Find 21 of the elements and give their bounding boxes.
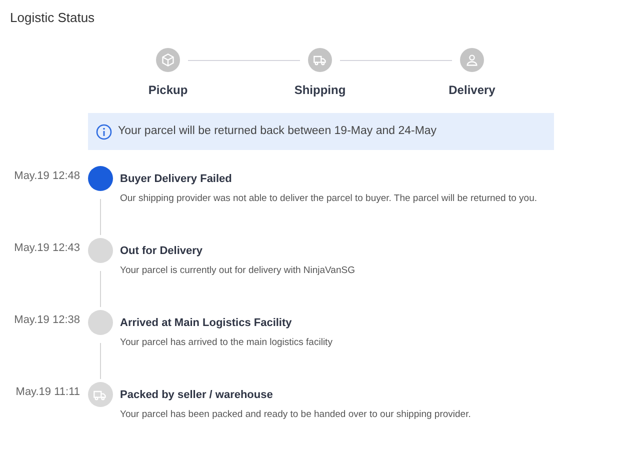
- event-detail: Our shipping provider was not able to deliver the parcel to buyer. The parcel will be returned to you.: [120, 192, 538, 206]
- event-title: Packed by seller / warehouse: [120, 388, 274, 403]
- page-title: Logistic Status: [10, 9, 95, 27]
- event-time: May.19 11:11: [14, 385, 80, 400]
- event-time: May.19 12:48: [13, 169, 80, 184]
- notice-text: Your parcel will be returned back between 19-May and 24-May: [118, 124, 437, 139]
- event-detail: Your parcel is currently out for delivery with NinjaVanSG: [120, 264, 355, 278]
- step-label: Pickup: [148, 82, 188, 99]
- step-label: Shipping: [294, 82, 346, 99]
- step-label: Delivery: [448, 82, 496, 99]
- box-icon: [161, 53, 175, 67]
- event-title: Arrived at Main Logistics Facility: [120, 316, 293, 331]
- event-time: May.19 12:43: [13, 241, 80, 256]
- truck-icon: [313, 53, 327, 67]
- event-time: May.19 12:38: [13, 313, 80, 328]
- event-title: Out for Delivery: [120, 244, 204, 259]
- event-detail: Your parcel has arrived to the main logistics facility: [120, 336, 332, 350]
- person-icon: [465, 53, 479, 67]
- event-detail: Your parcel has been packed and ready to be handed over to our shipping provider.: [120, 408, 471, 422]
- info-icon: [96, 124, 112, 140]
- event-title: Buyer Delivery Failed: [120, 172, 233, 187]
